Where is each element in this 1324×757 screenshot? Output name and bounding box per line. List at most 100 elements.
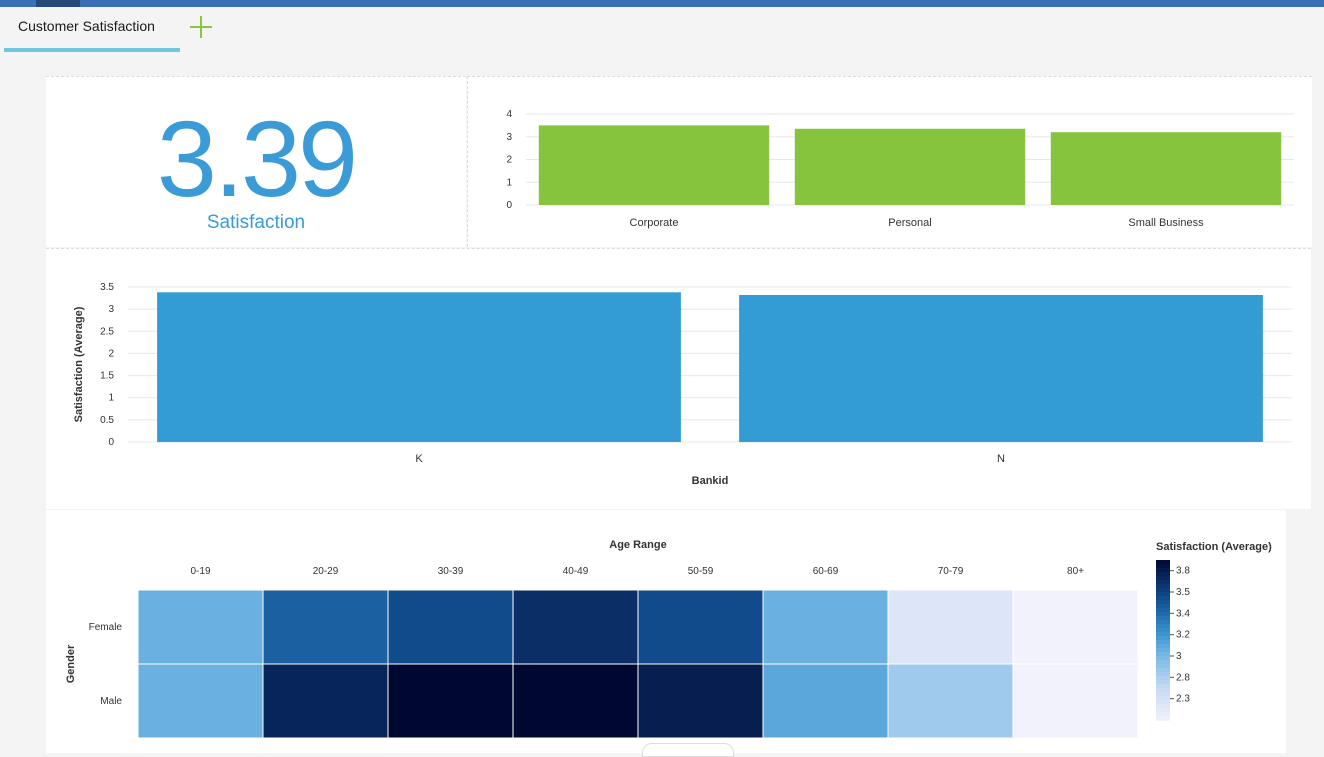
legend-gradient-step	[1156, 624, 1170, 629]
heatmap-cell	[762, 663, 889, 739]
heatmap-y-axis-title: Gender	[65, 644, 77, 683]
segment-bar-chart-widget[interactable]: 0 1 2 3 4 Corporate Personal Small Business	[467, 76, 1312, 247]
x-category-label: K	[415, 453, 423, 465]
kpi-value: 3.39	[156, 98, 358, 219]
legend-gradient-step	[1156, 608, 1170, 613]
y-tick-label: 1	[108, 393, 114, 404]
kpi-label: Satisfaction	[206, 212, 306, 233]
heatmap-cell	[1012, 589, 1139, 665]
y-tick-label: 2	[506, 155, 512, 166]
legend-gradient-step	[1156, 600, 1170, 605]
heatmap-x-label: 0-19	[190, 566, 210, 577]
x-category-label: N	[997, 453, 1005, 465]
age-gender-heatmap-widget[interactable]: Age Range 0-19 20-29 30-39 40-49 50-59 60-69 70…	[46, 510, 1286, 753]
legend-gradient-step	[1156, 584, 1170, 589]
legend-gradient-step	[1156, 668, 1170, 673]
bankid-bar-chart-widget[interactable]: 0 0.5 1 1.5 2 2.5 3 3.5 K N Bankid Satisfaction (Av…	[46, 248, 1311, 509]
legend-gradient-step	[1156, 684, 1170, 689]
kpi-satisfaction-widget[interactable]: 3.39 Satisfaction	[46, 76, 466, 247]
legend-gradient-step	[1156, 612, 1170, 617]
heatmap-cell	[512, 589, 639, 665]
legend-gradient-step	[1156, 652, 1170, 657]
heatmap-cell	[637, 663, 764, 739]
heatmap-legend-title: Satisfaction (Average)	[1156, 541, 1272, 553]
y-tick-label: 0.5	[100, 415, 114, 426]
heatmap-cell	[762, 589, 889, 665]
bankid-bar-chart: 0 0.5 1 1.5 2 2.5 3 3.5 K N Bankid Satisfaction (Av…	[73, 282, 1292, 487]
heatmap-cell	[637, 589, 764, 665]
legend-gradient-step	[1156, 620, 1170, 625]
heatmap-x-label: 70-79	[938, 566, 964, 577]
heatmap-cell	[137, 589, 264, 665]
legend-gradient-step	[1156, 688, 1170, 693]
heatmap-x-label: 40-49	[563, 566, 589, 577]
heatmap-cell	[387, 663, 514, 739]
y-tick-label: 4	[506, 109, 512, 120]
heatmap-cell	[137, 663, 264, 739]
legend-gradient-step	[1156, 592, 1170, 597]
legend-tick-label: 3.5	[1176, 587, 1190, 598]
legend-gradient-step	[1156, 580, 1170, 585]
y-tick-label: 1.5	[100, 371, 114, 382]
heatmap-x-label: 30-39	[438, 566, 464, 577]
legend-tick-label: 3.2	[1176, 630, 1190, 641]
y-tick-label: 3.5	[100, 282, 114, 293]
bar-small-business	[1050, 132, 1282, 205]
heatmap-x-label: 20-29	[313, 566, 339, 577]
legend-gradient-step	[1156, 704, 1170, 709]
legend-gradient-step	[1156, 568, 1170, 573]
legend-tick-label: 2.8	[1176, 672, 1190, 683]
bar-corporate	[538, 125, 770, 205]
legend-gradient-step	[1156, 560, 1170, 565]
x-axis-title: Bankid	[692, 475, 729, 487]
legend-gradient-step	[1156, 576, 1170, 581]
legend-tick-label: 3.4	[1176, 608, 1190, 619]
add-tab-plus-icon[interactable]	[188, 14, 214, 40]
legend-gradient-step	[1156, 656, 1170, 661]
heatmap-cell	[262, 663, 389, 739]
legend-gradient-step	[1156, 700, 1170, 705]
heatmap-x-label: 80+	[1067, 566, 1084, 577]
legend-gradient-step	[1156, 660, 1170, 665]
heatmap-cell	[1012, 663, 1139, 739]
legend-gradient-step	[1156, 648, 1170, 653]
bottom-drawer-handle[interactable]	[642, 743, 734, 757]
y-tick-label: 3	[108, 304, 114, 315]
header-active-indicator	[36, 0, 80, 7]
bar-k	[157, 292, 681, 442]
heatmap-cell	[387, 589, 514, 665]
legend-gradient-step	[1156, 588, 1170, 593]
heatmap-cell	[512, 663, 639, 739]
y-tick-label: 2.5	[100, 326, 114, 337]
bar-n	[739, 294, 1263, 442]
legend-gradient-step	[1156, 712, 1170, 717]
legend-tick-label: 3.8	[1176, 566, 1190, 577]
legend-gradient-step	[1156, 696, 1170, 701]
segment-bar-chart: 0 1 2 3 4 Corporate Personal Small Business	[506, 109, 1294, 229]
tab-customer-satisfaction[interactable]: Customer Satisfaction	[4, 7, 180, 52]
y-tick-label: 0	[506, 200, 512, 211]
legend-gradient-step	[1156, 636, 1170, 641]
x-category-label: Small Business	[1128, 217, 1204, 229]
legend-gradient-step	[1156, 628, 1170, 633]
x-category-label: Corporate	[630, 217, 679, 229]
legend-gradient-step	[1156, 640, 1170, 645]
legend-gradient-step	[1156, 676, 1170, 681]
tab-label: Customer Satisfaction	[18, 18, 155, 34]
heatmap-x-axis-title: Age Range	[609, 539, 666, 551]
heatmap-x-label: 50-59	[688, 566, 714, 577]
heatmap-x-label: 60-69	[813, 566, 839, 577]
heatmap-cell	[887, 589, 1014, 665]
legend-gradient-step	[1156, 644, 1170, 649]
bar-personal	[794, 128, 1026, 205]
legend-gradient-step	[1156, 692, 1170, 697]
y-tick-label: 2	[108, 348, 114, 359]
heatmap-y-label: Female	[89, 622, 123, 633]
legend-gradient-step	[1156, 604, 1170, 609]
age-gender-heatmap: Age Range 0-19 20-29 30-39 40-49 50-59 60-69 70…	[65, 539, 1272, 739]
legend-gradient-step	[1156, 708, 1170, 713]
y-tick-label: 0	[108, 437, 114, 448]
y-tick-label: 1	[506, 177, 512, 188]
legend-gradient-step	[1156, 564, 1170, 569]
heatmap-cell	[887, 663, 1014, 739]
